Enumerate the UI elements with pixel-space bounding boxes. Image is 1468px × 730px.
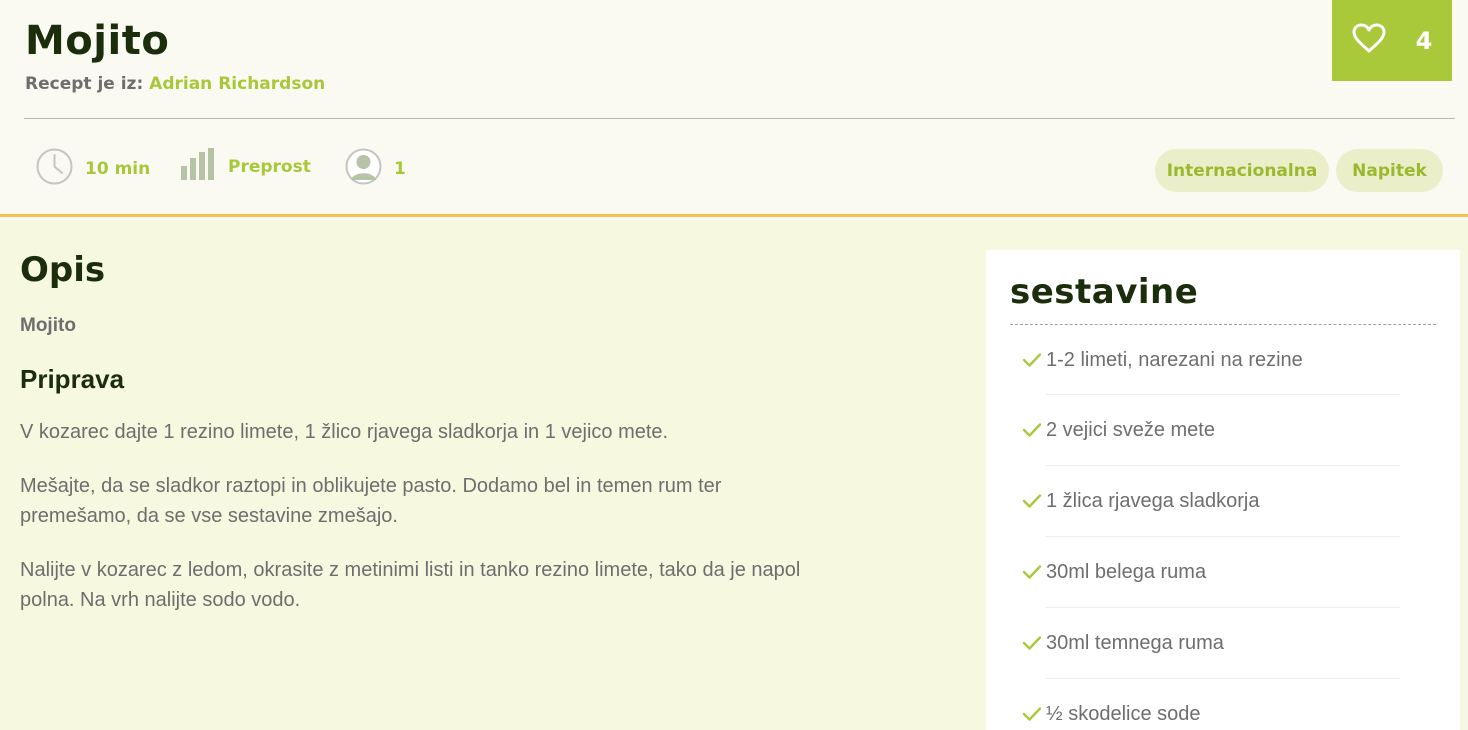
like-count: 4 <box>1415 26 1433 55</box>
ingredient-label: 30ml temnega ruma <box>1046 631 1224 654</box>
prep-time-value: 10 min <box>85 159 151 179</box>
author-link[interactable]: Adrian Richardson <box>149 74 325 94</box>
preparation-heading: Priprava <box>20 364 125 394</box>
servings: 1 <box>345 148 406 190</box>
ingredient-item[interactable]: 1 žlica rjavega sladkorja <box>1022 486 1402 516</box>
ingredient-separator <box>1046 536 1400 537</box>
ingredient-separator <box>1046 607 1400 608</box>
ingredient-item[interactable]: 2 vejici sveže mete <box>1022 415 1402 445</box>
ingredient-item[interactable]: 30ml belega ruma <box>1022 557 1402 587</box>
ingredient-item[interactable]: 1-2 limeti, narezani na rezine <box>1022 345 1402 375</box>
tag-internacionalna[interactable]: Internacionalna <box>1155 149 1329 192</box>
ingredient-label: 2 vejici sveže mete <box>1046 418 1215 441</box>
ingredients-heading: sestavine <box>1010 272 1199 312</box>
person-icon <box>345 148 382 190</box>
servings-value: 1 <box>394 159 406 179</box>
description-text: Mojito <box>20 315 76 336</box>
difficulty: Preprost <box>180 148 311 185</box>
ingredients-card: sestavine 1-2 limeti, narezani na rezine… <box>986 250 1460 730</box>
ingredient-item[interactable]: ½ skodelice sode <box>1022 699 1402 729</box>
ingredient-item[interactable]: 30ml temnega ruma <box>1022 628 1402 658</box>
header-divider <box>24 118 1455 119</box>
preparation-step: V kozarec dajte 1 rezino limete, 1 žlico… <box>20 421 669 443</box>
bar-chart-icon <box>180 148 216 185</box>
ingredients-divider <box>1010 324 1436 325</box>
difficulty-value: Preprost <box>228 156 311 177</box>
ingredient-label: 1-2 limeti, narezani na rezine <box>1046 348 1303 371</box>
recipe-source: Recept je iz: Adrian Richardson <box>25 74 325 94</box>
like-button[interactable]: 4 <box>1332 0 1452 81</box>
check-icon <box>1022 706 1044 722</box>
description-heading: Opis <box>20 250 106 290</box>
ingredient-separator <box>1046 465 1400 466</box>
ingredient-label: 1 žlica rjavega sladkorja <box>1046 489 1260 512</box>
ingredient-label: ½ skodelice sode <box>1046 702 1201 725</box>
source-label: Recept je iz: <box>25 74 144 94</box>
check-icon <box>1022 564 1044 580</box>
clock-icon <box>36 148 73 190</box>
tag-napitek[interactable]: Napitek <box>1336 149 1443 192</box>
check-icon <box>1022 422 1044 438</box>
ingredient-label: 30ml belega ruma <box>1046 560 1207 583</box>
recipe-title: Mojito <box>25 18 170 64</box>
preparation-step: Nalijte v kozarec z ledom, okrasite z me… <box>20 559 801 611</box>
check-icon <box>1022 352 1044 368</box>
ingredient-separator <box>1046 678 1400 679</box>
recipe-content: Opis Mojito Priprava V kozarec dajte 1 r… <box>0 220 1468 730</box>
preparation-step: Mešajte, da se sladkor raztopi in obliku… <box>20 475 722 527</box>
recipe-header: Mojito Recept je iz: Adrian Richardson 4… <box>0 0 1468 217</box>
check-icon <box>1022 635 1044 651</box>
check-icon <box>1022 493 1044 509</box>
ingredient-separator <box>1046 394 1400 395</box>
heart-icon <box>1352 23 1386 58</box>
prep-time: 10 min <box>36 148 150 190</box>
